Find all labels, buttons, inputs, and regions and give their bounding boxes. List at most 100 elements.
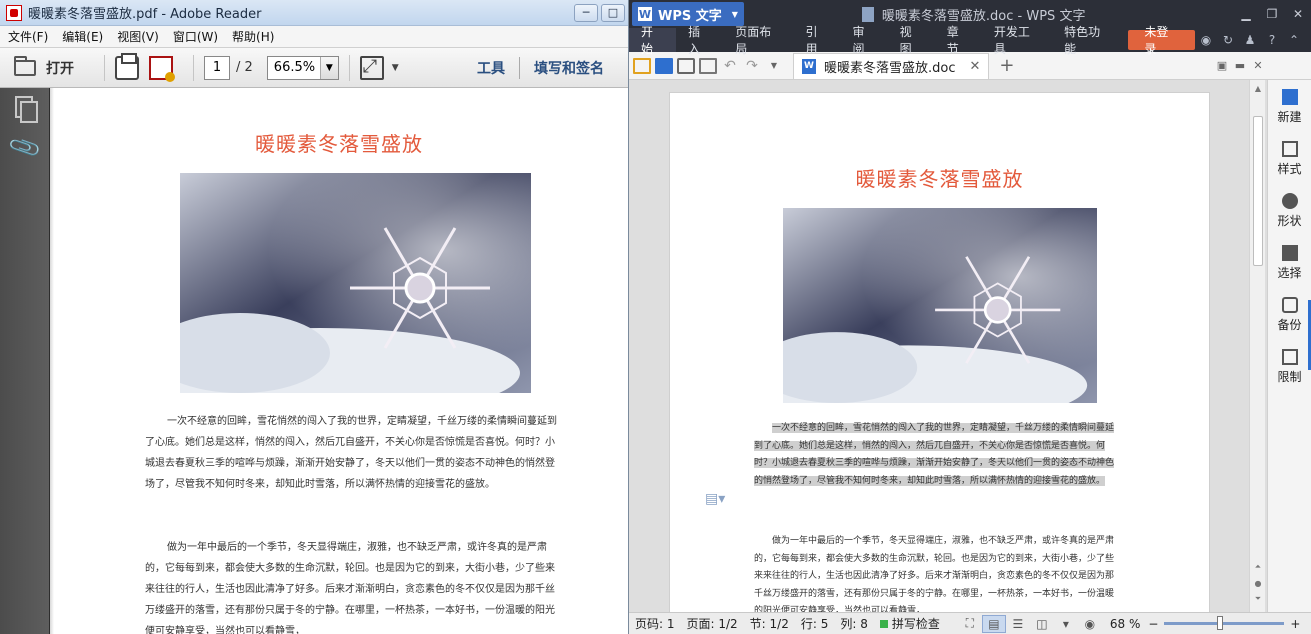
- menu-window[interactable]: 窗口(W): [173, 28, 218, 45]
- tab-review[interactable]: 审阅: [841, 25, 888, 56]
- view-mode-buttons: ⛶ ▤ ☰ ◫ ▾ ◉: [958, 614, 1102, 633]
- document-tab[interactable]: W 暖暖素冬落雪盛放.doc ✕: [793, 52, 990, 79]
- tab-view[interactable]: 视图: [888, 25, 935, 56]
- menu-view[interactable]: 视图(V): [117, 28, 159, 45]
- create-pdf-icon[interactable]: [149, 55, 175, 82]
- minimize-button[interactable]: ─: [574, 3, 598, 22]
- save-icon[interactable]: [655, 57, 673, 74]
- shirt-icon[interactable]: ♟: [1239, 31, 1261, 49]
- tab-chapter[interactable]: 章节: [935, 25, 982, 56]
- spell-check-button[interactable]: 拼写检查: [879, 615, 940, 632]
- collapse-ribbon-icon[interactable]: ⌃: [1283, 31, 1305, 49]
- sidebar-item-label: 限制: [1277, 370, 1302, 384]
- menu-edit[interactable]: 编辑(E): [62, 28, 103, 45]
- restore-button[interactable]: ❐: [1259, 4, 1285, 24]
- sidebar-item-label: 选择: [1277, 266, 1302, 280]
- zoom-knob[interactable]: [1217, 616, 1224, 630]
- tools-button[interactable]: 工具: [477, 58, 505, 78]
- new-doc-icon: [1281, 89, 1298, 105]
- minimize-doc-icon[interactable]: ▬: [1231, 58, 1249, 74]
- wps-document-title: 暖暖素冬落雪盛放: [855, 167, 1024, 191]
- sidebar-item-styles[interactable]: 样式: [1268, 134, 1311, 184]
- status-section: 节: 1/2: [749, 617, 789, 631]
- zoom-out-icon[interactable]: −: [1148, 617, 1158, 631]
- wps-paragraph-2[interactable]: 做为一年中最后的一个季节，冬天显得端庄，淑雅，也不缺乏严肃，或许冬真的是严肃的，…: [754, 533, 1122, 612]
- print-icon[interactable]: [677, 57, 695, 74]
- undo-icon[interactable]: ↶: [721, 58, 739, 74]
- zoom-in-icon[interactable]: +: [1290, 617, 1300, 631]
- fullscreen-icon[interactable]: ⛶: [958, 615, 982, 633]
- paragraph-menu-icon[interactable]: ▤▾: [705, 491, 725, 507]
- new-tab-icon[interactable]: +: [999, 55, 1014, 76]
- chevron-down-icon[interactable]: ▼: [319, 56, 338, 79]
- zoom-select[interactable]: 66.5% ▼: [266, 55, 339, 80]
- prev-page-icon[interactable]: ⏶: [1250, 562, 1266, 572]
- ribbon-right-icons: ◉ ↻ ♟ ? ⌃: [1195, 31, 1305, 49]
- tab-references[interactable]: 引用: [793, 25, 840, 56]
- web-view-icon[interactable]: ◫: [1030, 615, 1054, 633]
- sidebar-item-backup[interactable]: 备份: [1268, 290, 1311, 340]
- wps-page[interactable]: 暖暖素冬落雪盛放 一次不经意的回眸，雪花悄然的闯入了我的世界，定睛凝望，千丝万缕…: [669, 92, 1210, 612]
- tab-page-layout[interactable]: 页面布局: [723, 25, 793, 56]
- fit-page-icon[interactable]: [359, 55, 384, 80]
- sidebar-item-select[interactable]: 选择: [1268, 238, 1311, 288]
- page-view-icon[interactable]: ▤: [981, 614, 1006, 633]
- print-icon[interactable]: [115, 52, 139, 80]
- adobe-menubar: 文件(F) 编辑(E) 视图(V) 窗口(W) 帮助(H): [0, 26, 628, 48]
- close-tab-icon[interactable]: ✕: [970, 59, 981, 74]
- menu-file[interactable]: 文件(F): [8, 28, 48, 45]
- select-browse-icon[interactable]: ●: [1250, 579, 1266, 588]
- redo-icon[interactable]: ↷: [743, 58, 761, 74]
- pdf-viewer[interactable]: 暖暖素冬落雪盛放 一次不经意的回眸，雪花悄然的闯入了我的世界，定睛凝望，千丝万缕…: [50, 88, 628, 634]
- page-number-input[interactable]: 1: [204, 55, 230, 80]
- next-page-icon[interactable]: ⏷: [1250, 594, 1266, 604]
- tab-features[interactable]: 特色功能: [1052, 25, 1122, 56]
- adobe-body: 📎 暖暖素冬落雪盛放 一次不经意的回眸，雪花悄然的闯入了我的世界，定睛凝望，千丝…: [0, 88, 628, 634]
- menu-help[interactable]: 帮助(H): [232, 28, 274, 45]
- zoom-track[interactable]: [1164, 616, 1285, 630]
- close-button[interactable]: ✕: [1285, 4, 1311, 24]
- reading-view-icon[interactable]: ▾: [1054, 615, 1078, 633]
- open-label: 打开: [46, 60, 74, 77]
- login-button[interactable]: 未登录: [1128, 25, 1195, 56]
- cursor-icon: [1281, 245, 1298, 261]
- tabrow-right-icons: ▣ ▬ ✕: [1213, 58, 1267, 74]
- fill-sign-button[interactable]: 填写和签名: [534, 58, 628, 78]
- zoom-value: 66.5%: [273, 60, 316, 75]
- eye-protect-icon[interactable]: ◉: [1078, 615, 1102, 633]
- zoom-slider[interactable]: − +: [1148, 616, 1300, 631]
- sync-icon[interactable]: ↻: [1217, 31, 1239, 49]
- vertical-scrollbar[interactable]: ▲ ⏶ ● ⏷: [1249, 80, 1265, 612]
- scrollbar-thumb[interactable]: [1253, 116, 1263, 266]
- tab-developer[interactable]: 开发工具: [982, 25, 1052, 56]
- open-icon[interactable]: [633, 57, 651, 74]
- chevron-down-icon[interactable]: ▼: [392, 63, 399, 73]
- minimize-button[interactable]: ▁: [1233, 4, 1259, 24]
- tab-home[interactable]: 开始: [629, 25, 677, 56]
- tab-insert[interactable]: 插入: [676, 25, 723, 56]
- chevron-down-icon: ▼: [731, 9, 738, 19]
- toolbar-divider: [519, 56, 520, 79]
- window-mode-icon[interactable]: ▣: [1213, 58, 1231, 74]
- skin-icon[interactable]: ◉: [1195, 31, 1217, 49]
- wps-window-controls: ▁ ❐ ✕: [1233, 4, 1311, 24]
- sidebar-item-shapes[interactable]: 形状: [1268, 186, 1311, 236]
- chevron-down-icon[interactable]: ▼: [765, 58, 783, 74]
- outline-view-icon[interactable]: ☰: [1006, 615, 1030, 633]
- sidebar-item-new[interactable]: 新建: [1268, 82, 1311, 132]
- zoom-level[interactable]: 68 %: [1110, 617, 1141, 631]
- wps-workspace[interactable]: 暖暖素冬落雪盛放 一次不经意的回眸，雪花悄然的闯入了我的世界，定睛凝望，千丝万缕…: [629, 80, 1267, 612]
- scroll-up-icon[interactable]: ▲: [1250, 84, 1266, 93]
- maximize-button[interactable]: □: [601, 3, 625, 22]
- sidebar-item-restrict[interactable]: 限制: [1268, 342, 1311, 392]
- print-preview-icon[interactable]: [699, 57, 717, 74]
- document-tab-label: 暖暖素冬落雪盛放.doc: [824, 60, 956, 76]
- close-doc-icon[interactable]: ✕: [1249, 58, 1267, 74]
- help-icon[interactable]: ?: [1261, 31, 1283, 49]
- attachments-icon[interactable]: 📎: [7, 131, 43, 167]
- lock-icon: [1281, 349, 1298, 365]
- wps-paragraph-1-selected[interactable]: 一次不经意的回眸，雪花悄然的闯入了我的世界，定睛凝望，千丝万缕的柔情瞬间蔓延到了…: [754, 420, 1122, 490]
- open-button[interactable]: 打开: [14, 55, 74, 78]
- page-thumbnails-icon[interactable]: [12, 96, 38, 123]
- page-total: / 2: [236, 60, 253, 75]
